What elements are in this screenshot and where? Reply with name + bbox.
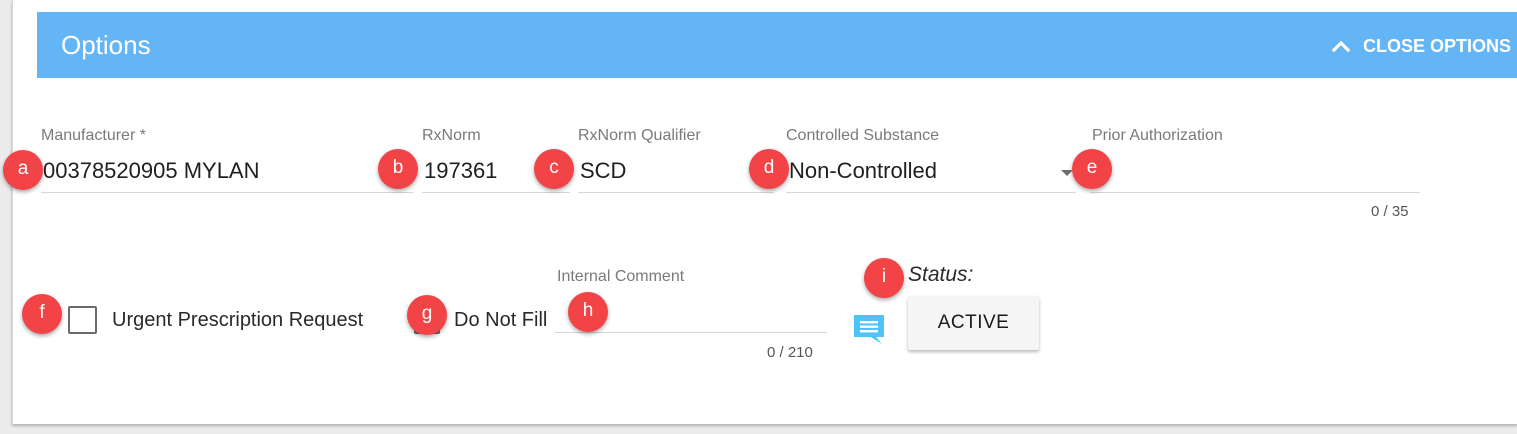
comment-icon[interactable] — [852, 312, 886, 351]
options-title: Options — [61, 30, 151, 60]
annotation-badge-i: i — [864, 258, 904, 298]
annotation-badge-b: b — [378, 149, 418, 189]
controlled-substance-underline — [786, 192, 1076, 193]
prior-authorization-input[interactable] — [1092, 158, 1418, 188]
rxnorm-input[interactable]: 197361 — [424, 158, 497, 184]
rxnorm-qualifier-label: RxNorm Qualifier — [578, 127, 701, 144]
prior-authorization-underline — [1090, 192, 1420, 193]
rxnorm-label: RxNorm — [422, 127, 481, 144]
annotation-badge-a: a — [3, 150, 43, 190]
prior-authorization-counter: 0 / 35 — [1371, 203, 1409, 220]
chevron-up-icon — [1331, 39, 1351, 53]
annotation-badge-d: d — [749, 149, 789, 189]
options-header: Options CLOSE OPTIONS — [37, 12, 1517, 78]
rxnorm-underline — [422, 192, 570, 193]
annotation-badge-g: g — [407, 295, 447, 335]
status-active-button[interactable]: ACTIVE — [908, 296, 1039, 350]
annotation-badge-c: c — [534, 149, 574, 189]
annotation-badge-h: h — [568, 292, 608, 332]
urgent-prescription-label[interactable]: Urgent Prescription Request — [112, 308, 363, 332]
status-label: Status: — [908, 263, 974, 286]
do-not-fill-label[interactable]: Do Not Fill — [454, 308, 547, 332]
close-options-button[interactable]: CLOSE OPTIONS — [1331, 33, 1511, 59]
manufacturer-label: Manufacturer * — [41, 127, 146, 144]
manufacturer-underline — [41, 192, 413, 193]
rxnorm-qualifier-underline — [578, 192, 774, 193]
manufacturer-input[interactable]: 00378520905 MYLAN — [43, 158, 260, 184]
controlled-substance-select[interactable]: Non-Controlled — [789, 158, 937, 184]
internal-comment-underline — [555, 332, 827, 333]
annotation-badge-f: f — [22, 294, 62, 334]
controlled-substance-label: Controlled Substance — [786, 127, 939, 144]
internal-comment-counter: 0 / 210 — [767, 344, 813, 361]
annotation-badge-e: e — [1072, 149, 1112, 189]
internal-comment-label: Internal Comment — [557, 268, 685, 285]
urgent-prescription-checkbox[interactable] — [68, 306, 97, 334]
close-options-label: CLOSE OPTIONS — [1362, 35, 1511, 56]
prior-authorization-label: Prior Authorization — [1092, 127, 1223, 144]
rxnorm-qualifier-input[interactable]: SCD — [580, 158, 626, 184]
